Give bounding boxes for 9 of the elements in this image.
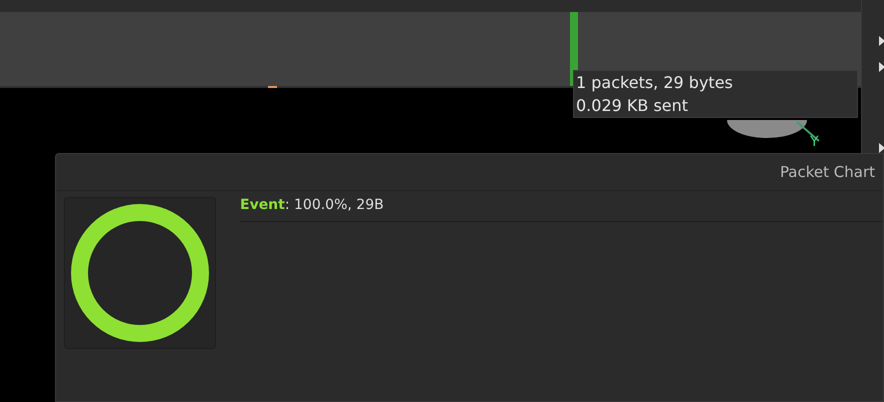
event-marker — [268, 86, 277, 88]
expand-arrow-icon[interactable] — [879, 143, 884, 153]
expand-arrow-icon[interactable] — [879, 36, 884, 46]
expand-arrow-icon[interactable] — [879, 62, 884, 72]
panel-title: Packet Chart — [780, 163, 875, 181]
axis-label: Y — [810, 134, 819, 150]
tooltip-text: 1 packets, 29 bytes — [576, 72, 734, 94]
legend-entry: Event: 100.0%, 29B — [240, 197, 385, 213]
tooltip-text: 0.029 KB sent — [576, 95, 690, 117]
